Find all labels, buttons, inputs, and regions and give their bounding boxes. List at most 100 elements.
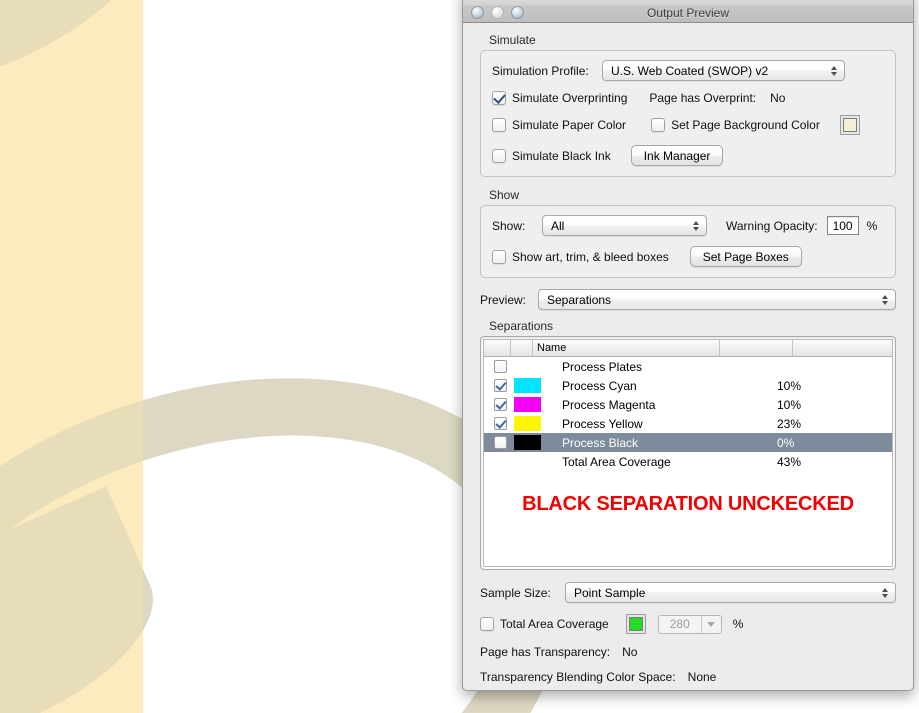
show-value: All: [551, 218, 565, 233]
total-area-coverage-stepper[interactable]: 280: [657, 614, 722, 634]
separation-visibility-cell: [486, 436, 514, 449]
simulate-paper-color-label: Simulate Paper Color: [512, 118, 627, 132]
sample-size-row: Sample Size: Point Sample: [480, 582, 896, 603]
artwork-blob-shape: [0, 0, 222, 126]
simulation-profile-row: Simulation Profile: U.S. Web Coated (SWO…: [492, 60, 884, 81]
separation-coverage-value: 23%: [777, 416, 802, 431]
separation-color-cell: [514, 397, 552, 412]
separation-coverage-value: 43%: [777, 454, 802, 469]
separation-color-cell: [514, 435, 552, 450]
output-preview-window: Output Preview Simulate Simulation Profi…: [462, 0, 914, 691]
warning-opacity-label: Warning Opacity:: [726, 218, 818, 233]
simulation-profile-label: Simulation Profile:: [492, 63, 589, 78]
separation-row[interactable]: Process Plates: [484, 357, 892, 376]
simulate-paper-color-checkbox[interactable]: [492, 118, 506, 132]
separation-visibility-checkbox[interactable]: [493, 436, 507, 449]
panel-body: Simulate Simulation Profile: U.S. Web Co…: [463, 23, 913, 684]
page-has-transparency-label: Page has Transparency:: [480, 645, 611, 659]
simulate-group: Simulate Simulation Profile: U.S. Web Co…: [473, 33, 903, 177]
show-label: Show:: [492, 218, 526, 233]
separations-list-frame: Name Process Plates Process Cyan 10% Proces…: [480, 336, 896, 570]
simulate-overprinting-checkbox[interactable]: [492, 91, 506, 105]
separation-visibility-checkbox[interactable]: [493, 360, 507, 373]
simulate-group-label: Simulate: [489, 33, 536, 47]
separation-visibility-checkbox[interactable]: [493, 417, 507, 430]
separation-color-swatch: [514, 397, 541, 412]
separation-coverage-value: 0%: [777, 435, 795, 450]
updown-arrows-icon: [882, 294, 888, 305]
total-area-coverage-label: Total Area Coverage: [500, 617, 609, 631]
simulation-profile-select[interactable]: U.S. Web Coated (SWOP) v2: [602, 60, 845, 81]
simulate-black-ink-checkbox[interactable]: [492, 148, 506, 163]
set-page-background-color-checkbox[interactable]: [651, 118, 666, 132]
page-has-transparency-value: No: [622, 645, 638, 659]
separation-name: Process Cyan: [562, 378, 637, 393]
column-header-color[interactable]: [511, 340, 533, 357]
separation-row[interactable]: Process Cyan 10%: [484, 376, 892, 395]
updown-arrows-icon: [693, 220, 699, 231]
total-area-coverage-swatch[interactable]: [625, 614, 646, 634]
page-has-overprint-label: Page has Overprint:: [649, 91, 757, 105]
separations-rows: Process Plates Process Cyan 10% Process Mag…: [484, 357, 892, 471]
column-header-value[interactable]: [720, 340, 793, 357]
total-area-coverage-checkbox[interactable]: [480, 617, 494, 631]
separation-visibility-cell: [486, 379, 514, 392]
window-titlebar[interactable]: Output Preview: [463, 0, 913, 23]
simulation-profile-value: U.S. Web Coated (SWOP) v2: [611, 63, 769, 78]
page-background-color-swatch[interactable]: [839, 115, 860, 135]
updown-arrows-icon: [831, 65, 837, 76]
separation-row[interactable]: Process Black 0%: [484, 433, 892, 452]
sample-size-value: Point Sample: [574, 585, 646, 600]
show-group: Show Show: All Warning Opacity: 100 % Sh…: [473, 188, 903, 278]
sample-section: Sample Size: Point Sample Total Area Cov…: [480, 582, 896, 684]
show-boxes-checkbox[interactable]: [492, 249, 506, 264]
simulate-overprinting-label: Simulate Overprinting: [512, 91, 628, 105]
simulate-black-ink-label: Simulate Black Ink: [512, 148, 611, 163]
column-header-check[interactable]: [484, 340, 511, 357]
blending-space-value: None: [687, 670, 717, 684]
separation-visibility-cell: [486, 360, 514, 373]
separation-name: Process Black: [562, 435, 639, 450]
separation-color-cell: [514, 416, 552, 431]
separation-visibility-cell: [486, 417, 514, 430]
separation-color-cell: [514, 378, 552, 393]
page-boxes-row: Show art, trim, & bleed boxes Set Page B…: [492, 246, 884, 267]
separations-list[interactable]: Name Process Plates Process Cyan 10% Proces…: [483, 339, 893, 567]
separation-row[interactable]: Total Area Coverage 43%: [484, 452, 892, 471]
blending-space-row: Transparency Blending Color Space: None: [480, 670, 896, 684]
separation-visibility-checkbox[interactable]: [493, 398, 507, 411]
separations-group-label: Separations: [489, 319, 554, 333]
set-page-background-color-label: Set Page Background Color: [671, 118, 820, 132]
column-header-name[interactable]: Name: [533, 340, 720, 357]
separation-visibility-cell: [486, 398, 514, 411]
window-title: Output Preview: [646, 6, 730, 20]
separation-coverage-value: 10%: [777, 378, 802, 393]
separation-row[interactable]: Process Yellow 23%: [484, 414, 892, 433]
preview-row: Preview: Separations: [480, 289, 896, 310]
blending-space-label: Transparency Blending Color Space:: [480, 670, 676, 684]
page-transparency-row: Page has Transparency: No: [480, 645, 896, 659]
separations-list-header: Name: [484, 340, 892, 357]
separation-name: Process Yellow: [562, 416, 643, 431]
show-boxes-label: Show art, trim, & bleed boxes: [512, 249, 669, 264]
show-select[interactable]: All: [542, 215, 707, 236]
separation-name: Process Plates: [562, 359, 643, 374]
preview-select[interactable]: Separations: [538, 289, 896, 310]
column-header-extra[interactable]: [793, 340, 892, 357]
separation-color-swatch: [514, 378, 541, 393]
show-group-label: Show: [489, 188, 520, 202]
warning-opacity-input[interactable]: 100: [826, 216, 859, 235]
preview-label: Preview:: [480, 292, 527, 307]
page-has-overprint-value: No: [770, 91, 786, 105]
chevron-down-icon[interactable]: [700, 615, 721, 633]
ink-manager-button[interactable]: Ink Manager: [630, 145, 724, 166]
set-page-boxes-button[interactable]: Set Page Boxes: [689, 246, 802, 267]
simulate-overprinting-row: Simulate Overprinting Page has Overprint…: [492, 91, 884, 105]
updown-arrows-icon: [882, 587, 888, 598]
separation-visibility-checkbox[interactable]: [493, 379, 507, 392]
separation-color-swatch: [514, 416, 541, 431]
separation-row[interactable]: Process Magenta 10%: [484, 395, 892, 414]
total-area-coverage-value: 280: [669, 617, 690, 631]
sample-size-select[interactable]: Point Sample: [565, 582, 896, 603]
separation-name: Process Magenta: [562, 397, 656, 412]
